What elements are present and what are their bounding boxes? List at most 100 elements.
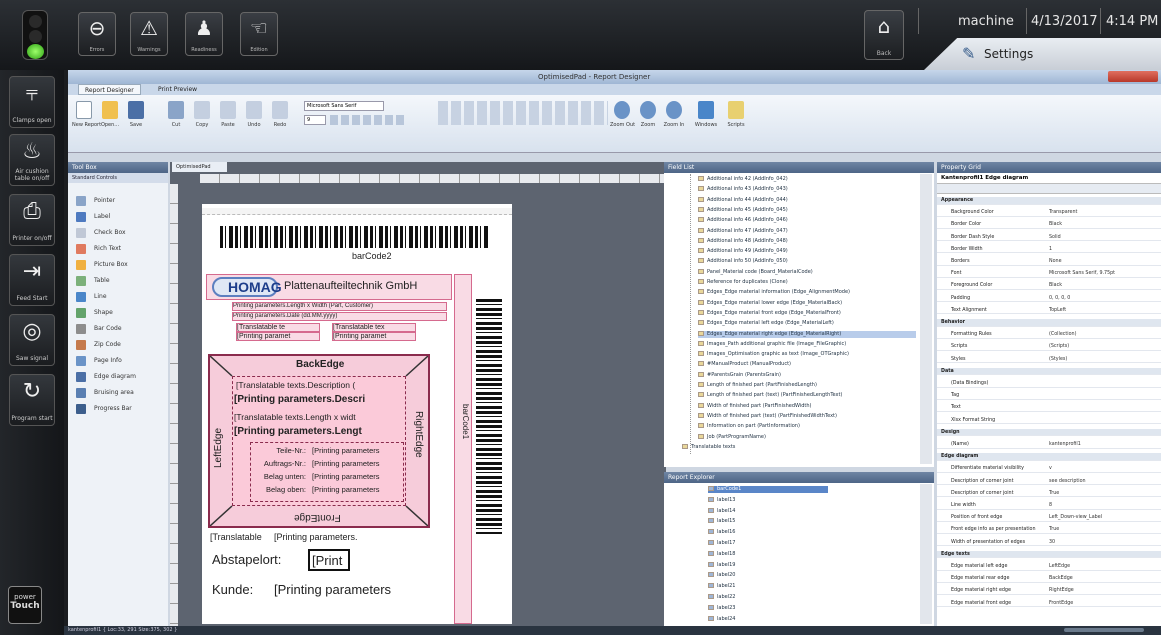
field-list-item[interactable]: Images_Path additional graphic file (Ima… [698,340,846,348]
property-category[interactable]: Behavior [937,319,1161,327]
translatable-field-b[interactable]: [Translatable tex [332,323,416,332]
report-explorer-item[interactable]: label20 [708,572,735,579]
redo-button[interactable]: Redo [268,101,292,135]
field-list-item[interactable]: Reference for duplicates (Clone) [698,279,788,286]
property-row[interactable]: Width of presentation of edges 30 [937,539,1161,547]
field-list-item[interactable]: Edges_Edge material left edge (Edge_Mate… [698,320,834,327]
printing-params-line2[interactable]: Printing parameters.Date (dd.MM.yyyy) [232,312,447,321]
layout-buttons[interactable] [438,101,608,125]
zoom-out-button[interactable]: Zoom Out [610,101,635,135]
property-row[interactable]: Edge material rear edge BackEdge [937,575,1161,583]
bottom-translatable[interactable]: [Translatable [210,532,270,542]
undo-button[interactable]: Undo [242,101,266,135]
row-value-4[interactable]: [Printing parameters [312,485,404,494]
property-row[interactable]: Text [937,404,1161,413]
property-row[interactable]: Border Color Black [937,221,1161,230]
save-button[interactable]: Save [124,101,148,135]
field-list-item[interactable]: Additional info 47 (AddInfo_047) [698,227,788,235]
warnings-button[interactable]: ⚠ Warnings [130,12,168,56]
field-list-item[interactable]: #ParentsGrain (ParentsGrain) [698,371,781,379]
property-category[interactable]: Data [937,367,1161,376]
property-object-select[interactable]: Kantenprofil1 Edge diagram [937,173,1161,184]
window-controls[interactable] [1108,71,1158,82]
property-row[interactable]: Font Microsoft Sans Serif, 9.75pt [937,270,1161,278]
field-list-item[interactable]: #ManualProduct (ManualProduct) [698,361,791,368]
toolbox-item[interactable]: Check Box [76,226,126,240]
feed-start-button[interactable]: ⇥ Feed Start [9,254,55,306]
windows-button[interactable]: Windows [694,101,718,135]
report-explorer-item[interactable]: label18 [708,550,735,558]
property-row[interactable]: Formatting Rules (Collection) [937,331,1161,339]
field-list-item[interactable]: Additional info 50 (AddInfo_050) [698,258,788,265]
document-tab[interactable]: OptimisedPad [172,162,227,172]
toolbox-item[interactable]: Page Info [76,354,122,368]
program-start-button[interactable]: ↻ Program start [9,374,55,426]
zoom-button[interactable]: Zoom [636,101,660,135]
field-list-item[interactable]: Additional info 43 (AddInfo_043) [698,186,788,193]
field-list-item[interactable]: Panel_Material code (Board_MaterialCode) [698,268,813,276]
field-list-item[interactable]: Edges_Edge material information (Edge_Al… [698,289,850,296]
errors-button[interactable]: ⊖ Errors [78,12,116,56]
air-cushion-button[interactable]: ♨ Air cushion table on/off [9,134,55,186]
bottom-printing[interactable]: [Printing parameters. [274,532,404,542]
report-explorer-item[interactable]: label21 [708,583,735,590]
field-list-item[interactable]: Width of finished part (text) (PartFinis… [698,412,837,420]
report-explorer-item[interactable]: label14 [708,507,735,515]
field-list-item[interactable]: Edges_Edge material lower edge (Edge_Mat… [698,299,842,307]
property-category[interactable]: Edge texts [937,550,1161,559]
field-list-item[interactable]: Additional info 45 (AddInfo_045) [698,206,788,214]
field-list-item[interactable]: Edges_Edge material right edge (Edge_Mat… [698,330,916,338]
toolbox-item[interactable]: Bar Code [76,322,122,336]
field-list-item[interactable]: Additional info 49 (AddInfo_049) [698,248,788,255]
property-row[interactable]: Line width 8 [937,502,1161,510]
abstapel-value[interactable]: [Print [308,549,350,571]
barcode-2[interactable] [220,226,490,248]
property-row[interactable]: Position of front edge Left_Down-view_Lab… [937,514,1161,522]
field-list-item[interactable]: Additional info 46 (AddInfo_046) [698,217,788,224]
printing-params-line1[interactable]: Printing parameters.Length x Width (Part… [232,302,447,311]
clamps-open-button[interactable]: ⫧ Clamps open [9,76,55,128]
font-name-select[interactable]: Microsoft Sans Serif [304,101,384,111]
report-explorer-item[interactable]: label23 [708,604,735,612]
printing-field-b[interactable]: [Printing paramet [332,332,416,341]
report-explorer-item[interactable]: label17 [708,540,735,547]
field-list-item[interactable]: Additional info 48 (AddInfo_048) [698,237,788,245]
field-list-item[interactable]: Length of finished part (text) (PartFini… [698,392,842,399]
length-translatable[interactable]: [Translatable texts.Length x widt [234,412,404,422]
zoom-in-button[interactable]: Zoom In [662,101,686,135]
report-explorer-item[interactable]: label15 [708,518,735,525]
property-category[interactable]: Appearance [937,197,1161,205]
toolbox-item[interactable]: Progress Bar [76,402,132,416]
barcode-1[interactable] [476,299,502,534]
property-row[interactable]: Borders None [937,258,1161,266]
row-value-2[interactable]: [Printing parameters [312,459,404,468]
property-row[interactable]: Border Dash Style Solid [937,234,1161,242]
toolbox-item[interactable]: Label [76,210,110,224]
property-row[interactable]: Xlsx Format String [937,417,1161,425]
toolbox-item[interactable]: Rich Text [76,242,121,256]
report-explorer-item[interactable]: label13 [708,496,735,504]
back-button[interactable]: ⌂ Back [864,10,904,60]
property-row[interactable]: (Data Bindings) [937,380,1161,388]
property-row[interactable]: Background Color Transparent [937,209,1161,217]
report-explorer-item[interactable]: label22 [708,594,735,601]
field-list-item[interactable]: Additional info 44 (AddInfo_044) [698,196,788,204]
row-value-1[interactable]: [Printing parameters [312,446,404,455]
edition-button[interactable]: ☜ Edition [240,12,278,56]
toolbox-item[interactable]: Zip Code [76,338,121,352]
report-explorer-item[interactable]: label24 [708,615,735,623]
tab-print-preview[interactable]: Print Preview [152,84,203,95]
property-row[interactable]: Text Alignment TopLeft [937,307,1161,315]
property-row[interactable]: Differentiate material visibility v [937,465,1161,474]
field-list-item[interactable]: Translatable texts [682,443,735,451]
property-row[interactable]: Padding 0, 0, 0, 0 [937,295,1161,303]
settings-tab[interactable]: ✎ Settings [924,38,1161,70]
description-printing[interactable]: [Printing parameters.Descri [234,394,404,405]
description-translatable[interactable]: [Translatable texts.Description ( [236,380,404,390]
open-button[interactable]: Open... [98,101,122,135]
edge-diagram[interactable]: BackEdge FrontEdge LeftEdge RightEdge [T… [208,354,430,528]
translatable-field-a[interactable]: [Translatable te [236,323,320,332]
field-list-item[interactable]: Width of finished part (PartFinishedWidt… [698,402,811,410]
field-list-item[interactable]: Edges_Edge material front edge (Edge_Mat… [698,309,841,317]
property-row[interactable]: Scripts (Scripts) [937,343,1161,352]
